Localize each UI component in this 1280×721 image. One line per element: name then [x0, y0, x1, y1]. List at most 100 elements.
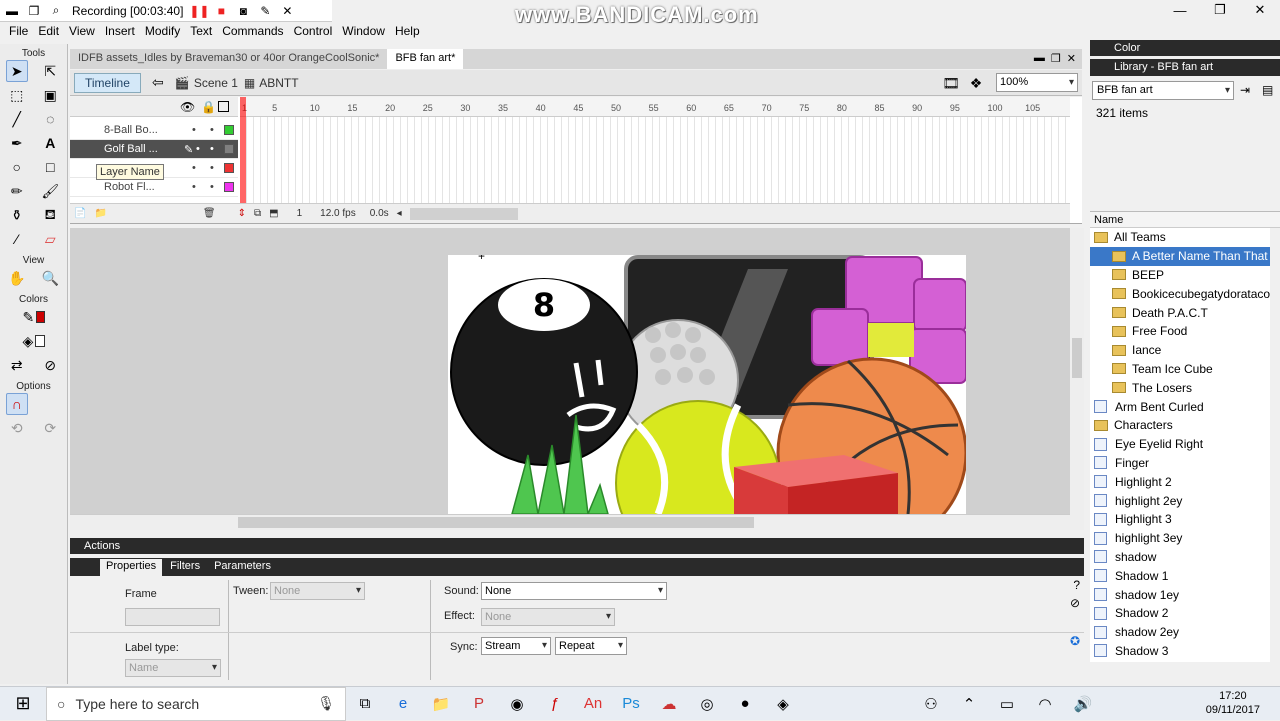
- library-graphic-item[interactable]: Eye Eyelid Right: [1090, 435, 1270, 454]
- animate-icon[interactable]: An: [574, 687, 612, 721]
- creative-cloud-icon[interactable]: ☁: [650, 687, 688, 721]
- timeline-scrollbar[interactable]: [409, 207, 518, 220]
- app-icon[interactable]: ◎: [688, 687, 726, 721]
- taskbar-search[interactable]: ○ Type here to search 🎙: [46, 686, 346, 721]
- tween-dropdown[interactable]: None: [270, 582, 365, 600]
- add-layer-icon[interactable]: 📄: [74, 208, 86, 219]
- search-icon[interactable]: ⌕: [46, 2, 66, 20]
- library-list[interactable]: All Teams A Better Name Than That BEEP Book…: [1090, 228, 1270, 662]
- edit-icon[interactable]: ⊘: [1070, 596, 1080, 610]
- menu-commands[interactable]: Commands: [217, 22, 288, 40]
- tab-filters[interactable]: Filters: [164, 559, 206, 576]
- stage-vertical-scrollbar[interactable]: [1070, 228, 1084, 530]
- frame-grid[interactable]: [240, 117, 1070, 203]
- windows-start-icon[interactable]: ⊞: [0, 687, 46, 721]
- edit-symbol-icon[interactable]: ❖: [965, 72, 987, 94]
- add-folder-icon[interactable]: 📁: [94, 208, 106, 219]
- playhead[interactable]: [240, 97, 246, 207]
- library-graphic-item[interactable]: Shadow 1: [1090, 566, 1270, 585]
- library-graphic-item[interactable]: highlight 2ey: [1090, 491, 1270, 510]
- library-graphic-item[interactable]: shadow 2ey: [1090, 623, 1270, 642]
- wifi-icon[interactable]: ◠: [1026, 687, 1064, 721]
- stage-area[interactable]: 8 +: [70, 228, 1070, 514]
- tab-properties[interactable]: Properties: [100, 559, 163, 576]
- edit-multiple-frames-icon[interactable]: ⬒: [269, 208, 278, 219]
- library-folder-item[interactable]: All Teams: [1090, 228, 1270, 247]
- menu-window[interactable]: Window: [337, 22, 390, 40]
- eraser-icon[interactable]: ▱: [39, 228, 61, 250]
- library-graphic-item[interactable]: Highlight 3: [1090, 510, 1270, 529]
- line-tool-icon[interactable]: ╱: [6, 108, 28, 130]
- library-graphic-item[interactable]: Arm Bent Curled: [1090, 397, 1270, 416]
- library-document-dropdown[interactable]: BFB fan art: [1092, 81, 1234, 100]
- menu-view[interactable]: View: [64, 22, 100, 40]
- new-library-icon[interactable]: ▤: [1262, 83, 1273, 97]
- rectangle-tool-icon[interactable]: □: [39, 156, 61, 178]
- color-swap-icon[interactable]: ⇄: [6, 354, 28, 376]
- gradient-transform-icon[interactable]: ▣: [39, 84, 61, 106]
- outline-icon[interactable]: [218, 101, 229, 112]
- pen-tool-icon[interactable]: ✒: [6, 132, 28, 154]
- doc-close-icon[interactable]: ✕: [1067, 52, 1076, 65]
- doc-restore-icon[interactable]: ❐: [1051, 52, 1061, 65]
- stage-canvas[interactable]: 8 +: [448, 255, 966, 514]
- people-icon[interactable]: ⚇: [912, 687, 950, 721]
- smooth-icon[interactable]: ⟲: [6, 417, 28, 439]
- library-folder-item[interactable]: Bookicecubegatydoratacoteardrop: [1090, 284, 1270, 303]
- library-folder-item[interactable]: Death P.A.C.T: [1090, 303, 1270, 322]
- library-folder-item[interactable]: A Better Name Than That: [1090, 246, 1270, 266]
- menu-help[interactable]: Help: [390, 22, 425, 40]
- bandicam-icon[interactable]: ●: [726, 687, 764, 721]
- taskbar-clock[interactable]: 17:20 09/11/2017: [1206, 689, 1260, 717]
- snap-magnet-icon[interactable]: ∩: [5, 393, 28, 415]
- lasso-tool-icon[interactable]: ◌: [39, 108, 61, 130]
- frame-name-input[interactable]: [125, 608, 220, 626]
- layer-row-selected[interactable]: Golf Ball ... ✎ • •: [70, 140, 238, 159]
- eyedropper-icon[interactable]: ⁄: [6, 228, 28, 250]
- flash-icon[interactable]: ƒ: [536, 687, 574, 721]
- selection-tool-icon[interactable]: ➤: [5, 60, 28, 82]
- lock-icon[interactable]: 🔒: [201, 100, 216, 114]
- center-frame-icon[interactable]: ⇕: [238, 208, 246, 219]
- camera-icon[interactable]: ◙: [233, 2, 253, 20]
- menu-edit[interactable]: Edit: [33, 22, 64, 40]
- no-color-icon[interactable]: ⊘: [39, 354, 61, 376]
- app-icon-2[interactable]: ◈: [764, 687, 802, 721]
- window-close-button[interactable]: ✕: [1240, 0, 1280, 20]
- library-graphic-item[interactable]: highlight 3ey: [1090, 529, 1270, 548]
- library-graphic-item[interactable]: Shadow 3: [1090, 642, 1270, 661]
- volume-icon[interactable]: 🔊: [1064, 687, 1102, 721]
- edge-icon[interactable]: e: [384, 687, 422, 721]
- library-folder-item[interactable]: The Losers: [1090, 378, 1270, 397]
- frame-ruler[interactable]: 1510152025303540455055606570758085909510…: [240, 97, 1070, 117]
- library-folder-item[interactable]: Iance: [1090, 341, 1270, 360]
- library-graphic-item[interactable]: shadow 1ey: [1090, 585, 1270, 604]
- free-transform-icon[interactable]: ⬚: [6, 84, 28, 106]
- menu-insert[interactable]: Insert: [100, 22, 140, 40]
- tab-parameters[interactable]: Parameters: [208, 559, 277, 576]
- label-type-dropdown[interactable]: Name: [125, 659, 221, 677]
- scroll-left-icon[interactable]: ◂: [397, 208, 402, 219]
- library-column-header[interactable]: Name: [1090, 211, 1280, 228]
- microphone-icon[interactable]: 🎙: [317, 695, 335, 712]
- library-folder-item[interactable]: Team Ice Cube: [1090, 360, 1270, 379]
- menu-control[interactable]: Control: [289, 22, 338, 40]
- subselection-tool-icon[interactable]: ⇱: [39, 60, 61, 82]
- repeat-dropdown[interactable]: Repeat: [555, 637, 627, 655]
- library-graphic-item[interactable]: Shadow 2: [1090, 604, 1270, 623]
- paint-bucket-icon[interactable]: ⛾: [39, 204, 61, 226]
- zoom-tool-icon[interactable]: 🔍: [39, 267, 61, 289]
- chrome-icon[interactable]: ◉: [498, 687, 536, 721]
- window-restore-button[interactable]: ❐: [1200, 0, 1240, 20]
- stop-icon[interactable]: ■: [211, 2, 231, 20]
- close-icon[interactable]: ✕: [277, 2, 297, 20]
- stage-horizontal-scrollbar[interactable]: [70, 514, 1070, 530]
- tab-idfb-assets[interactable]: IDFB assets_Idles by Braveman30 or 40or …: [70, 49, 387, 69]
- effect-dropdown[interactable]: None: [481, 608, 615, 626]
- window-minimize-button[interactable]: —: [1160, 0, 1200, 20]
- tab-bfb-fan-art[interactable]: BFB fan art*: [387, 49, 464, 69]
- photoshop-icon[interactable]: Ps: [612, 687, 650, 721]
- library-folder-item[interactable]: Characters: [1090, 416, 1270, 435]
- layer-row[interactable]: Robot Fl... • •: [70, 178, 238, 197]
- menu-file[interactable]: File: [4, 22, 33, 40]
